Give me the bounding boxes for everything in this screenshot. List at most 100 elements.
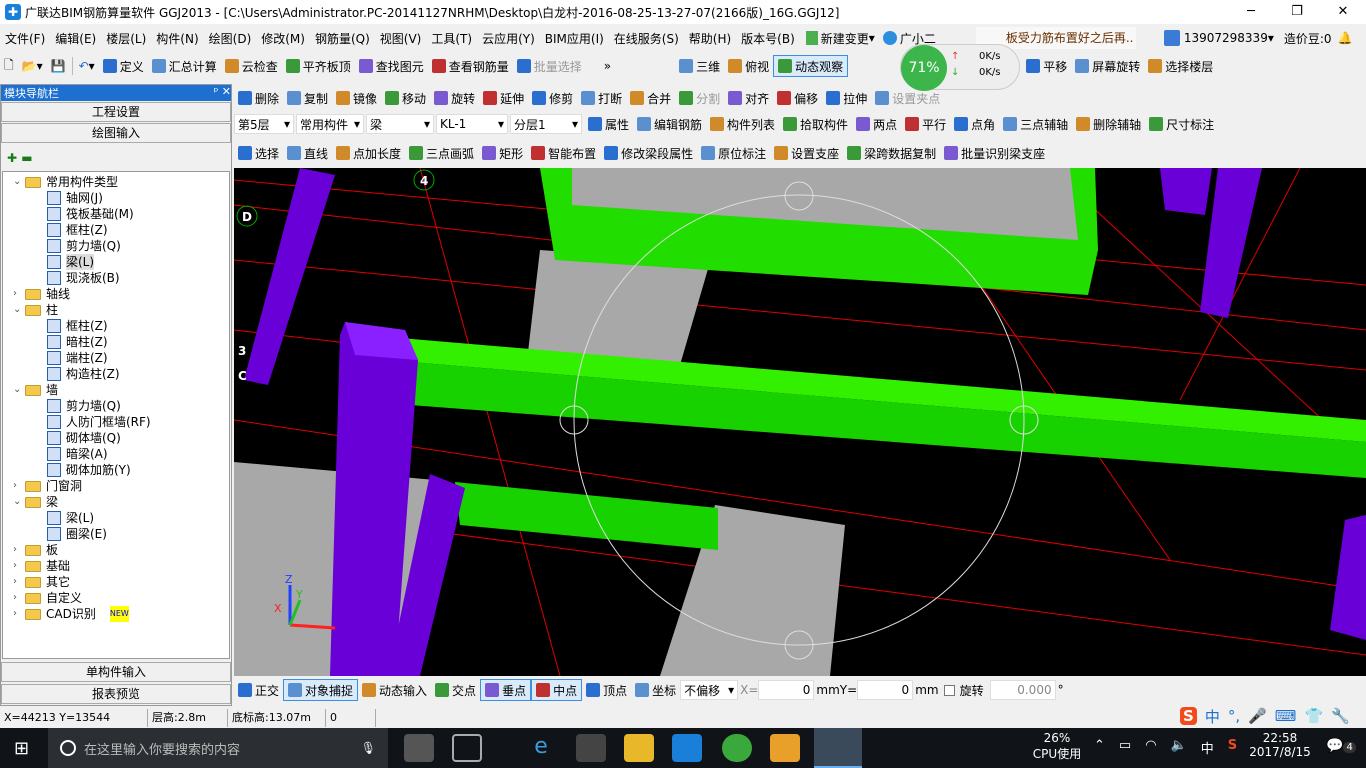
overflow-button[interactable]: » xyxy=(600,55,615,77)
app-icon[interactable] xyxy=(722,734,752,762)
tree-item[interactable]: › 轴线 xyxy=(13,286,70,302)
ime-indicator[interactable]: 中 xyxy=(1201,738,1214,757)
taskbar-search[interactable]: 在这里输入你要搜索的内容 🎙 xyxy=(48,728,388,768)
menu-item[interactable]: 楼层(L) xyxy=(101,30,151,47)
tree-item[interactable]: 暗柱(Z) xyxy=(47,334,108,350)
menu-item[interactable]: 文件(F) xyxy=(0,30,50,47)
chevron-down-icon[interactable]: ⌄ xyxy=(13,302,25,318)
toolbar-button[interactable]: 合并 xyxy=(626,87,675,109)
menu-item[interactable]: 视图(V) xyxy=(375,30,427,47)
toolbar-button[interactable]: 设置支座 xyxy=(770,142,843,164)
chevron-right-icon[interactable]: › xyxy=(13,478,25,494)
expand-collapse-icons[interactable]: ✚ ▬ xyxy=(7,151,33,165)
menu-item[interactable]: 云应用(Y) xyxy=(477,30,540,47)
tree-item[interactable]: 框柱(Z) xyxy=(47,318,108,334)
toolbar-button[interactable]: 三点画弧 xyxy=(405,142,478,164)
chevron-right-icon[interactable]: › xyxy=(13,606,25,622)
snap-button[interactable]: 正交 xyxy=(234,679,283,701)
edge-icon[interactable]: e xyxy=(526,734,556,762)
clock[interactable]: 22:58 2017/8/15 xyxy=(1242,731,1318,759)
bell-icon[interactable]: 🔔 xyxy=(1338,31,1353,45)
sogou-tray-icon[interactable]: S xyxy=(1228,738,1237,757)
tree-item[interactable]: 轴网(J) xyxy=(47,190,103,206)
toolbar-button[interactable]: 镜像 xyxy=(332,87,381,109)
volume-icon[interactable]: 🔈 xyxy=(1171,738,1187,757)
open-file-button[interactable]: 📂 ▾ xyxy=(18,55,47,77)
snap-button[interactable]: 中点 xyxy=(531,679,583,701)
notifications-icon[interactable]: 💬 4 xyxy=(1326,738,1356,754)
shirt-icon[interactable]: 👕 xyxy=(1304,707,1323,725)
chevron-down-icon[interactable]: ⌄ xyxy=(13,494,25,510)
chevron-right-icon[interactable]: › xyxy=(13,542,25,558)
snap-button[interactable]: 垂点 xyxy=(480,679,532,701)
ggj-active-icon[interactable] xyxy=(814,728,862,768)
save-button[interactable]: 💾 xyxy=(47,55,70,77)
view-button[interactable]: 俯视 xyxy=(724,55,773,77)
user-account[interactable]: 13907298339 ▾ xyxy=(1163,30,1274,46)
menu-item[interactable]: 绘图(D) xyxy=(204,30,257,47)
toolbar-button[interactable]: 拾取构件 xyxy=(779,113,852,135)
toolbar-button[interactable]: 批量识别梁支座 xyxy=(940,142,1049,164)
mic-icon[interactable]: 🎤 xyxy=(1248,707,1267,725)
menu-item[interactable]: BIM应用(I) xyxy=(540,30,609,47)
tree-item[interactable]: 剪力墙(Q) xyxy=(47,238,121,254)
view-button[interactable]: 平移 xyxy=(1022,55,1071,77)
toolbar-button[interactable]: 两点 xyxy=(852,113,901,135)
menu-item[interactable]: 工具(T) xyxy=(426,30,477,47)
snap-button[interactable]: 动态输入 xyxy=(358,679,431,701)
toolbar-button[interactable]: 打断 xyxy=(577,87,626,109)
toolbar-button[interactable]: 汇总计算 xyxy=(148,55,221,77)
tree-item[interactable]: ⌄ 墙 xyxy=(13,382,58,398)
tree-item[interactable]: 砌体墙(Q) xyxy=(47,430,121,446)
rotate-input[interactable]: 0.000 xyxy=(989,680,1056,700)
battery-icon[interactable]: ▭ xyxy=(1119,738,1131,757)
toolbar-button[interactable]: 平行 xyxy=(901,113,950,135)
store-icon[interactable] xyxy=(576,734,606,762)
tree-item[interactable]: › 板 xyxy=(13,542,58,558)
tree-item[interactable]: 梁(L) xyxy=(47,254,95,270)
chevron-right-icon[interactable]: › xyxy=(13,574,25,590)
wrench-icon[interactable]: 🔧 xyxy=(1331,707,1350,725)
tree-item[interactable]: ⌄ 柱 xyxy=(13,302,58,318)
tree-item[interactable]: › CAD识别 NEW xyxy=(13,606,129,622)
tree-item[interactable]: 剪力墙(Q) xyxy=(47,398,121,414)
toolbar-button[interactable]: 矩形 xyxy=(478,142,527,164)
tree-item[interactable]: › 门窗洞 xyxy=(13,478,82,494)
toolbar-button[interactable]: 拉伸 xyxy=(822,87,871,109)
toolbar-button[interactable]: 属性 xyxy=(584,113,633,135)
new-change-button[interactable]: 新建变更 ▾ xyxy=(805,30,875,47)
menu-item[interactable]: 在线服务(S) xyxy=(609,30,684,47)
toolbar-button[interactable]: 点角 xyxy=(950,113,999,135)
toolbar-button[interactable]: 设置夹点 xyxy=(871,87,944,109)
tree-item[interactable]: 砌体加筋(Y) xyxy=(47,462,131,478)
offset-select[interactable]: 不偏移 ▾ xyxy=(680,680,739,700)
toolbar-button[interactable]: 偏移 xyxy=(773,87,822,109)
tree-item[interactable]: › 自定义 xyxy=(13,590,82,606)
toolbar-button[interactable]: 删除 xyxy=(234,87,283,109)
drawing-input-button[interactable]: 绘图输入 xyxy=(1,123,231,143)
keyboard-icon[interactable]: ⌨ xyxy=(1275,707,1297,725)
3d-scene[interactable]: Z Y X D 4 3 C xyxy=(234,168,1366,676)
tree-item[interactable]: › 其它 xyxy=(13,574,70,590)
x-input[interactable]: 0 xyxy=(758,680,815,700)
tree-item[interactable]: ⌄ 常用构件类型 xyxy=(13,174,118,190)
view-button[interactable]: 三维 xyxy=(675,55,724,77)
toolbar-button[interactable]: 尺寸标注 xyxy=(1145,113,1218,135)
toolbar-button[interactable]: 云检查 xyxy=(221,55,282,77)
snap-button[interactable]: 对象捕捉 xyxy=(283,679,359,701)
category-select[interactable]: 常用构件 ▾ xyxy=(296,114,364,134)
toolbar-button[interactable]: 点加长度 xyxy=(332,142,405,164)
tree-item[interactable]: 框柱(Z) xyxy=(47,222,108,238)
minimize-button[interactable]: ─ xyxy=(1228,0,1274,24)
network-widget[interactable]: 71% ↑ 0K/s ↓ 0K/s xyxy=(900,44,1020,91)
chevron-right-icon[interactable]: › xyxy=(13,558,25,574)
ime-toolbar[interactable]: S 中 °, 🎤 ⌨ 👕 🔧 xyxy=(1180,704,1350,728)
toolbar-button[interactable]: 复制 xyxy=(283,87,332,109)
toolbar-button[interactable]: 修剪 xyxy=(528,87,577,109)
toolbar-button[interactable]: 批量选择 xyxy=(513,55,586,77)
toolbar-button[interactable]: 分割 xyxy=(675,87,724,109)
toolbar-button[interactable]: 智能布置 xyxy=(527,142,600,164)
tree-item[interactable]: 圈梁(E) xyxy=(47,526,107,542)
tree-item[interactable]: 梁(L) xyxy=(47,510,94,526)
tree-item[interactable]: 暗梁(A) xyxy=(47,446,108,462)
